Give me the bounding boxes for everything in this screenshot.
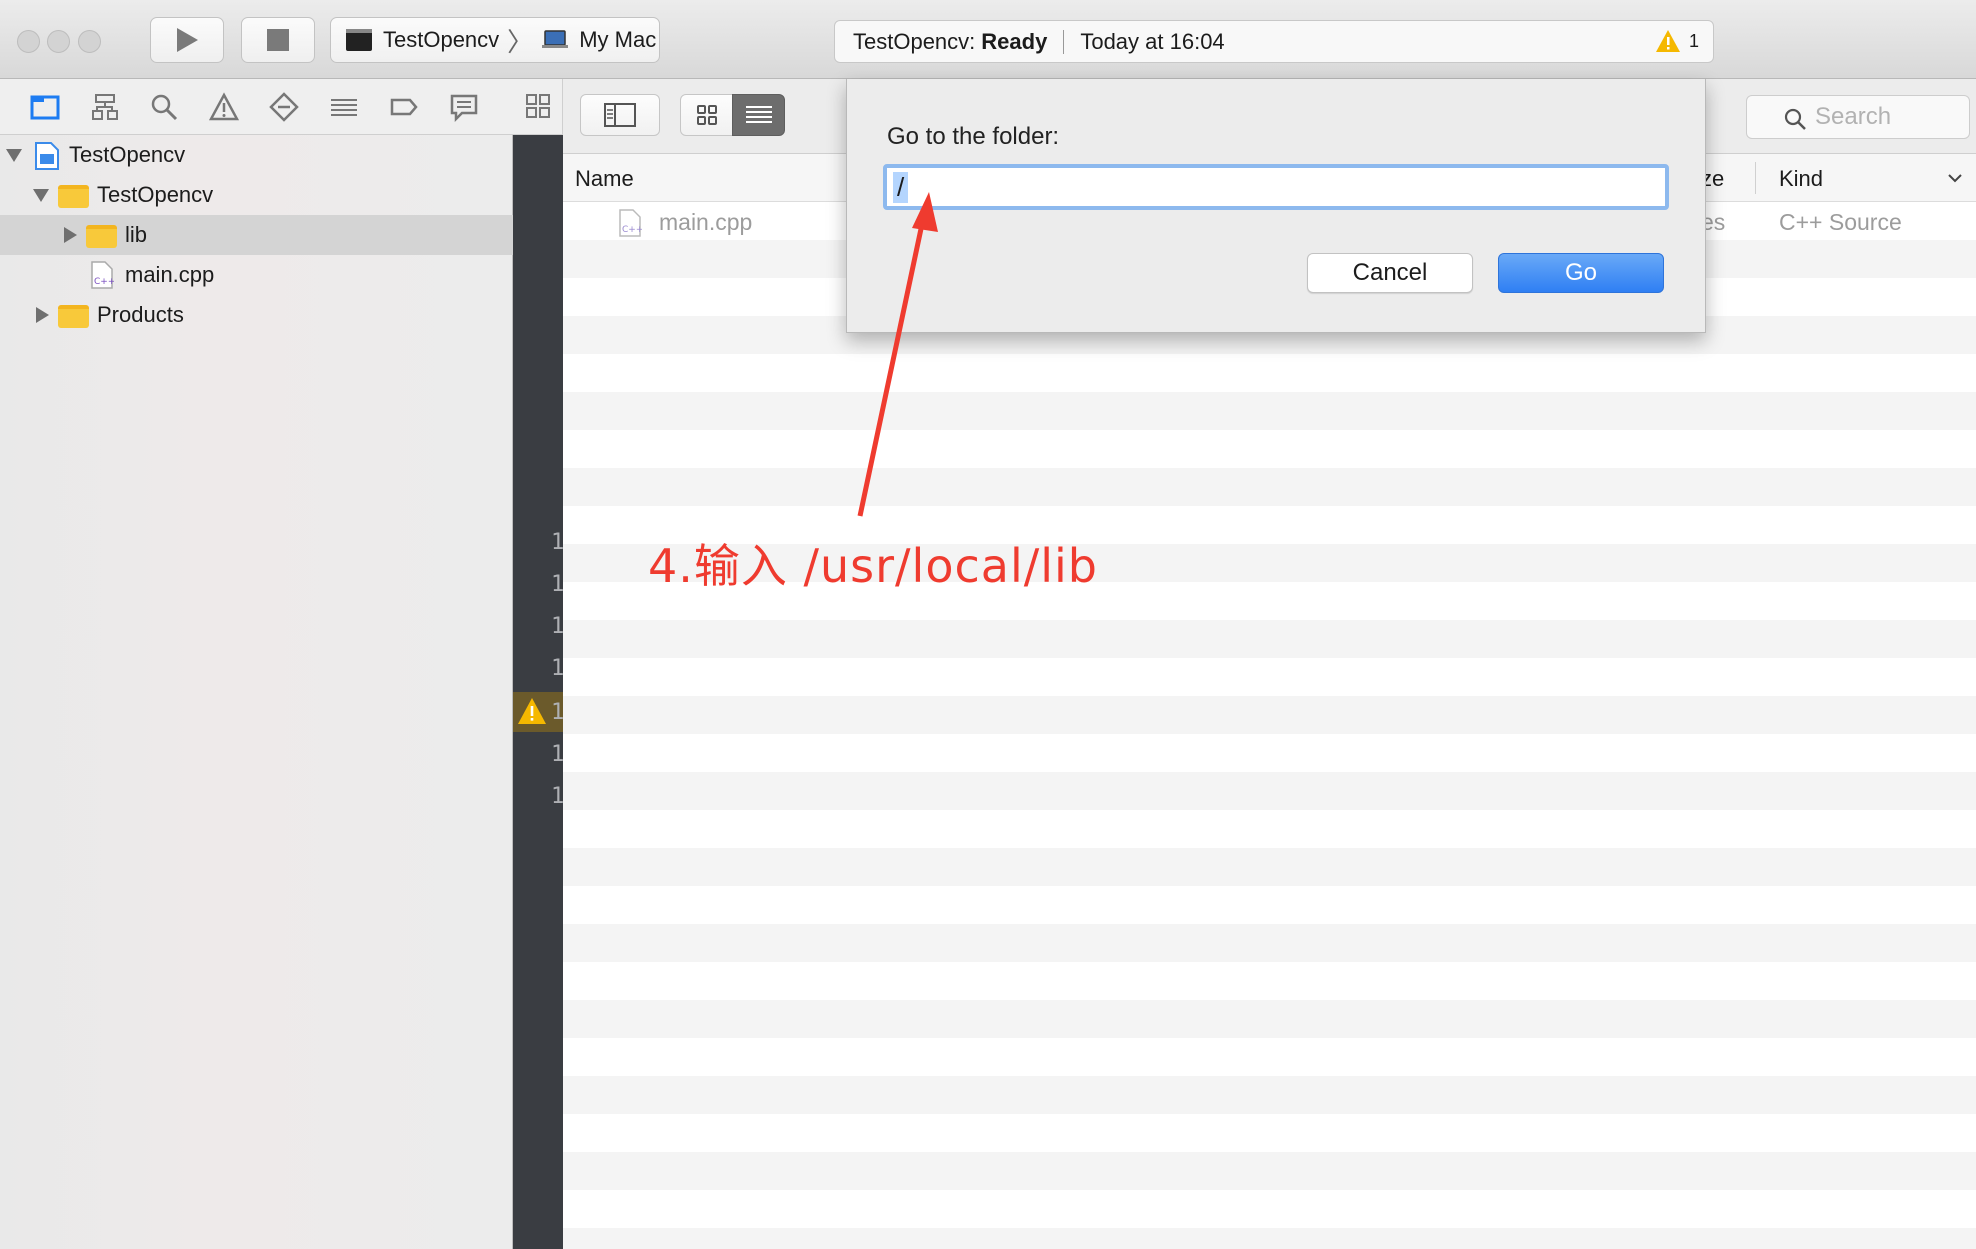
terminal-app-icon bbox=[346, 29, 372, 51]
disclosure-collapsed-icon[interactable] bbox=[36, 307, 49, 323]
sidebar-icon bbox=[604, 103, 636, 127]
disclosure-collapsed-icon[interactable] bbox=[64, 227, 77, 243]
disclosure-expanded-icon[interactable] bbox=[6, 149, 22, 162]
tree-item-main-cpp[interactable]: C++ main.cpp bbox=[0, 255, 513, 295]
warning-indicator[interactable]: 1 bbox=[1655, 29, 1699, 53]
sidebar-toggle-button[interactable] bbox=[580, 94, 660, 136]
search-placeholder: Search bbox=[1815, 103, 1892, 130]
folder-icon bbox=[86, 225, 117, 248]
warning-count: 1 bbox=[1688, 30, 1699, 51]
project-navigator-icon[interactable] bbox=[30, 92, 60, 122]
find-navigator-icon[interactable] bbox=[149, 92, 179, 122]
list-icon bbox=[745, 106, 772, 123]
tree-item-label: main.cpp bbox=[125, 262, 215, 287]
status-time: Today at 16:04 bbox=[1080, 28, 1225, 54]
project-navigator: TestOpencv TestOpencv lib C++ main.cpp P… bbox=[0, 135, 513, 1249]
minimize-window-button[interactable] bbox=[47, 30, 70, 53]
chevron-down-icon[interactable] bbox=[1947, 172, 1963, 184]
go-to-folder-dialog: Go to the folder: / Cancel Go bbox=[846, 79, 1706, 333]
status-project: TestOpencv: bbox=[853, 28, 976, 54]
icon-grid-icon bbox=[696, 105, 717, 125]
folder-path-input[interactable]: / bbox=[883, 164, 1669, 210]
folder-icon bbox=[58, 305, 89, 328]
annotation-text: 4.输入 /usr/local/lib bbox=[648, 539, 1098, 593]
scheme-target-label: TestOpencv bbox=[383, 27, 500, 52]
status-state: Ready bbox=[981, 28, 1048, 54]
column-divider bbox=[1755, 162, 1756, 194]
activity-status: TestOpencv: Ready Today at 16:04 1 bbox=[834, 20, 1714, 63]
window-toolbar: TestOpencv 〉 My Mac TestOpencv: Ready To… bbox=[0, 0, 1976, 79]
file-kind: C++ Source bbox=[1779, 209, 1902, 235]
report-navigator-icon[interactable] bbox=[449, 92, 479, 122]
tree-item-label: TestOpencv bbox=[69, 142, 186, 167]
related-items-button[interactable] bbox=[513, 79, 563, 135]
tree-item-label: Products bbox=[97, 302, 184, 327]
play-icon bbox=[177, 28, 198, 52]
zoom-window-button[interactable] bbox=[78, 30, 101, 53]
issue-navigator-icon[interactable] bbox=[209, 92, 239, 122]
search-field[interactable]: Search bbox=[1746, 95, 1970, 139]
grid-menu-icon bbox=[526, 94, 550, 118]
debug-navigator-icon[interactable] bbox=[329, 92, 359, 122]
icon-view-button[interactable] bbox=[680, 94, 733, 136]
stop-button[interactable] bbox=[241, 17, 315, 63]
tree-item-lib[interactable]: lib bbox=[0, 215, 513, 255]
list-view-button[interactable] bbox=[732, 94, 785, 136]
close-window-button[interactable] bbox=[17, 30, 40, 53]
folder-path-value: / bbox=[893, 171, 909, 203]
run-button[interactable] bbox=[150, 17, 224, 63]
dialog-title: Go to the folder: bbox=[887, 123, 1060, 150]
svg-text:C++: C++ bbox=[94, 277, 114, 287]
search-icon bbox=[1784, 108, 1806, 130]
tree-item-label: TestOpencv bbox=[97, 182, 214, 207]
file-name: main.cpp bbox=[659, 209, 753, 235]
warning-icon bbox=[1655, 30, 1680, 52]
symbol-navigator-icon[interactable] bbox=[90, 92, 120, 122]
tree-item-label: lib bbox=[125, 222, 148, 247]
status-divider bbox=[1063, 29, 1065, 54]
file-list bbox=[563, 202, 1976, 1249]
macbook-icon bbox=[542, 30, 569, 48]
stop-icon bbox=[267, 29, 289, 51]
navigator-selector-bar bbox=[0, 79, 513, 135]
scheme-selector[interactable]: TestOpencv 〉 My Mac bbox=[330, 17, 660, 63]
tree-item-products[interactable]: Products bbox=[0, 295, 513, 335]
column-kind[interactable]: Kind bbox=[1779, 166, 1823, 192]
chevron-right-icon: 〉 bbox=[507, 26, 534, 57]
go-button[interactable]: Go bbox=[1498, 253, 1664, 293]
cpp-file-icon: C++ bbox=[619, 209, 642, 237]
cancel-button[interactable]: Cancel bbox=[1307, 253, 1473, 293]
tree-item-group[interactable]: TestOpencv bbox=[0, 175, 513, 215]
folder-icon bbox=[58, 185, 89, 208]
xcode-project-icon bbox=[35, 142, 59, 170]
warning-icon[interactable] bbox=[517, 697, 547, 725]
svg-text:C++: C++ bbox=[622, 225, 642, 235]
disclosure-expanded-icon[interactable] bbox=[33, 189, 49, 202]
column-name[interactable]: Name bbox=[575, 166, 634, 192]
cpp-file-icon: C++ bbox=[91, 261, 114, 289]
test-navigator-icon[interactable] bbox=[269, 92, 299, 122]
tree-item-project[interactable]: TestOpencv bbox=[0, 135, 513, 175]
breakpoint-navigator-icon[interactable] bbox=[389, 92, 419, 122]
scheme-device-label: My Mac bbox=[579, 27, 657, 52]
